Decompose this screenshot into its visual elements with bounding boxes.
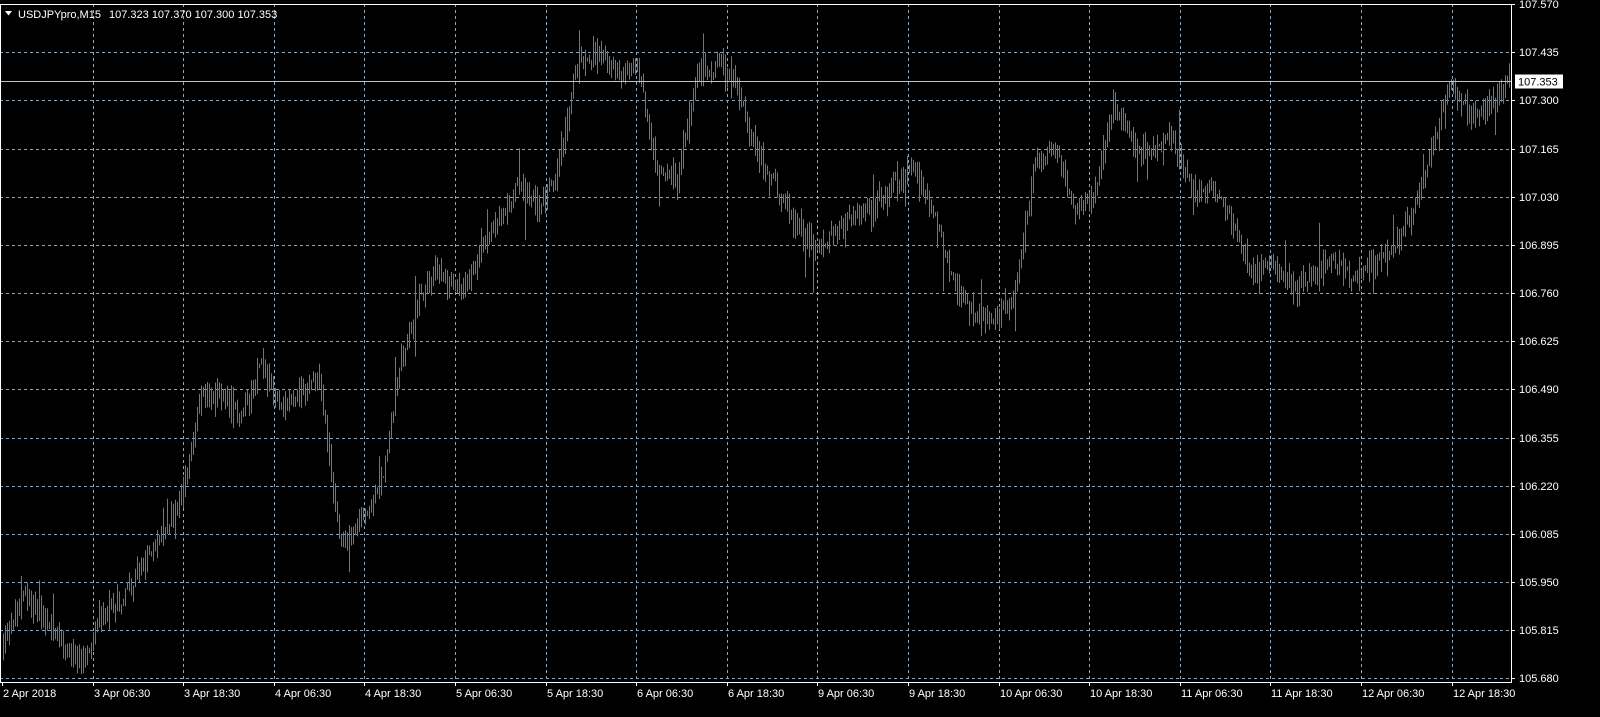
time-tick-label: 11 Apr 18:30	[1271, 688, 1333, 700]
time-tick-label: 9 Apr 18:30	[909, 688, 965, 700]
price-tick-label: 107.570	[1519, 0, 1559, 11]
time-tick-label: 4 Apr 18:30	[365, 688, 421, 700]
time-tick-label: 2 Apr 2018	[3, 688, 56, 700]
price-tick-label: 105.815	[1519, 625, 1559, 637]
time-tick-label: 9 Apr 06:30	[818, 688, 874, 700]
price-tick-label: 107.030	[1519, 192, 1559, 204]
time-tick-label: 11 Apr 06:30	[1181, 688, 1243, 700]
price-tick-label: 106.760	[1519, 288, 1559, 300]
price-tick-label: 106.355	[1519, 433, 1559, 445]
time-tick-label: 10 Apr 18:30	[1090, 688, 1152, 700]
time-tick-label: 4 Apr 06:30	[275, 688, 331, 700]
current-price-label: 107.353	[1515, 74, 1563, 89]
current-price-label-text: 107.353	[1518, 77, 1558, 89]
time-tick-label: 12 Apr 06:30	[1362, 688, 1424, 700]
price-chart[interactable]: 107.570 107.435 107.300 107.165 107.030 106.8…	[0, 0, 1600, 717]
price-tick-label: 105.680	[1519, 673, 1559, 685]
price-tick-label: 107.435	[1519, 47, 1559, 59]
time-tick-label: 6 Apr 06:30	[637, 688, 693, 700]
time-tick-label: 5 Apr 06:30	[456, 688, 512, 700]
time-tick-label: 6 Apr 18:30	[728, 688, 784, 700]
time-tick-label: 5 Apr 18:30	[547, 688, 603, 700]
price-tick-label: 106.490	[1519, 384, 1559, 396]
time-tick-label: 3 Apr 06:30	[94, 688, 150, 700]
chart-background	[0, 0, 1600, 717]
price-tick-label: 105.950	[1519, 577, 1559, 589]
chart-header: USDJPYpro,M15 107.323 107.370 107.300 10…	[5, 9, 277, 21]
price-tick-label: 107.165	[1519, 144, 1559, 156]
price-tick-label: 106.220	[1519, 481, 1559, 493]
time-tick-label: 10 Apr 06:30	[1000, 688, 1062, 700]
price-tick-label: 106.625	[1519, 336, 1559, 348]
time-tick-label: 3 Apr 18:30	[184, 688, 240, 700]
price-tick-label: 106.085	[1519, 529, 1559, 541]
price-tick-label: 106.895	[1519, 240, 1559, 252]
price-tick-label: 107.300	[1519, 95, 1559, 107]
symbol-label: USDJPYpro,M15	[18, 9, 101, 21]
time-tick-label: 12 Apr 18:30	[1453, 688, 1515, 700]
price-axis[interactable]: 107.570 107.435 107.300 107.165 107.030 106.8…	[1511, 0, 1559, 685]
ohlc-values: 107.323 107.370 107.300 107.353	[109, 9, 277, 21]
